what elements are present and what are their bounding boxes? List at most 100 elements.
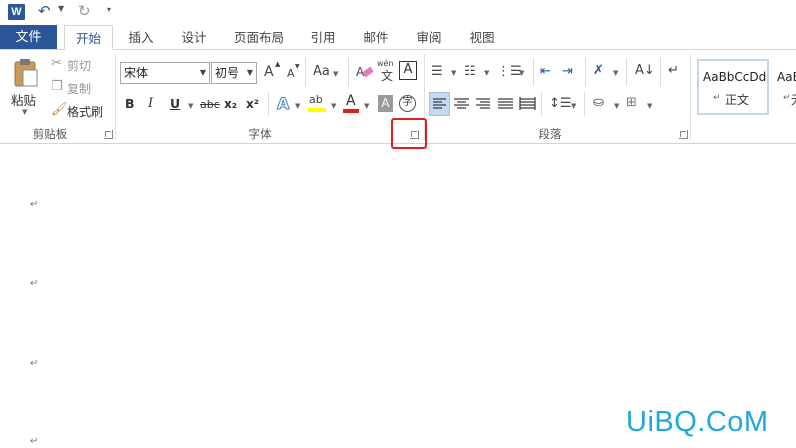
change-case-button[interactable]: Aa bbox=[313, 64, 330, 79]
paragraph-mark-icon: ↵ bbox=[783, 93, 791, 103]
align-center-icon[interactable] bbox=[452, 93, 471, 115]
align-right-icon[interactable] bbox=[474, 93, 493, 115]
tab-mailings[interactable]: 邮件 bbox=[356, 25, 396, 50]
tab-view[interactable]: 视图 bbox=[462, 25, 502, 50]
clipboard-icon bbox=[14, 59, 38, 87]
numbering-icon[interactable]: ☷ bbox=[464, 64, 476, 80]
shading-bucket-icon[interactable]: ⛀ bbox=[593, 95, 604, 111]
separator bbox=[305, 58, 306, 86]
cut-button[interactable]: 剪切 bbox=[67, 57, 91, 74]
italic-button[interactable]: I bbox=[148, 96, 153, 111]
phonetic-guide-char: 文 bbox=[381, 69, 394, 83]
undo-icon[interactable]: ↶ bbox=[38, 1, 51, 21]
chevron-down-icon[interactable]: ▼ bbox=[295, 102, 300, 110]
tab-file[interactable]: 文件 bbox=[0, 25, 57, 50]
tab-design[interactable]: 设计 bbox=[174, 25, 214, 50]
clipboard-group-label: 剪贴板 bbox=[32, 127, 68, 141]
chevron-down-icon[interactable]: ▼ bbox=[614, 102, 619, 110]
undo-dropdown-icon[interactable]: ▼ bbox=[58, 4, 64, 13]
shrink-font-icon[interactable]: A bbox=[287, 67, 295, 80]
highlight-color-bar bbox=[308, 108, 326, 112]
subscript-button[interactable]: x₂ bbox=[224, 97, 237, 111]
font-size-value: 初号 bbox=[215, 66, 240, 80]
style-normal-sample: AaBbCcDd bbox=[703, 70, 767, 84]
chevron-down-icon[interactable]: ▼ bbox=[331, 102, 336, 110]
font-group-label: 字体 bbox=[248, 127, 272, 141]
font-color-bar bbox=[343, 109, 359, 113]
shrink-arrow-icon: ▼ bbox=[295, 63, 300, 70]
style-normal[interactable]: AaBbCcDd ↵ 正文 bbox=[697, 59, 769, 115]
bullets-icon[interactable]: ☰ bbox=[431, 64, 443, 80]
highlight-button[interactable]: ab bbox=[308, 93, 328, 115]
align-left-icon bbox=[433, 98, 446, 109]
decrease-indent-icon[interactable]: ⇤ bbox=[540, 64, 551, 80]
format-painter-button[interactable]: 格式刷 bbox=[67, 103, 103, 120]
separator bbox=[268, 92, 269, 116]
tab-references[interactable]: 引用 bbox=[303, 25, 343, 50]
style-no-spacing-name: 无 bbox=[791, 91, 796, 108]
justify-icon[interactable] bbox=[496, 93, 515, 115]
sort-icon[interactable]: A↓ bbox=[635, 63, 655, 79]
chevron-down-icon[interactable]: ▼ bbox=[484, 69, 489, 77]
watermark: UiBQ.CoM bbox=[626, 406, 769, 438]
chevron-down-icon[interactable]: ▼ bbox=[333, 70, 338, 78]
font-size-combo[interactable]: 初号 ▼ bbox=[211, 62, 257, 84]
grow-font-icon[interactable]: A bbox=[264, 64, 274, 80]
chevron-down-icon[interactable]: ▼ bbox=[247, 63, 253, 83]
bold-button[interactable]: B bbox=[125, 96, 135, 111]
font-name-combo[interactable]: 宋体 ▼ bbox=[120, 62, 210, 84]
superscript-button[interactable]: x² bbox=[246, 97, 259, 111]
align-left-button[interactable] bbox=[429, 92, 450, 116]
clear-formatting-icon[interactable]: A bbox=[356, 63, 374, 81]
separator bbox=[585, 58, 586, 86]
borders-icon[interactable]: ⊞ bbox=[626, 95, 637, 111]
increase-indent-icon[interactable]: ⇥ bbox=[562, 64, 573, 80]
phonetic-guide-button[interactable]: wén 文 bbox=[377, 59, 397, 83]
chevron-down-icon[interactable]: ▼ bbox=[647, 102, 652, 110]
paragraph-launcher-icon[interactable] bbox=[679, 130, 688, 139]
group-separator bbox=[690, 54, 691, 140]
chevron-down-icon[interactable]: ▼ bbox=[613, 69, 618, 77]
copy-button[interactable]: 复制 bbox=[67, 80, 91, 97]
chevron-down-icon[interactable]: ▼ bbox=[571, 102, 576, 110]
strikethrough-button[interactable]: abc bbox=[200, 98, 220, 111]
distributed-icon[interactable] bbox=[518, 93, 537, 115]
copy-icon: ❐ bbox=[51, 79, 63, 94]
style-no-spacing[interactable]: AaB ↵ 无 bbox=[771, 59, 796, 115]
paste-label: 粘贴 bbox=[11, 93, 37, 108]
tab-insert[interactable]: 插入 bbox=[121, 25, 161, 50]
paste-button[interactable]: 粘贴 ▼ bbox=[8, 56, 44, 116]
redo-icon[interactable]: ↻ bbox=[78, 1, 91, 21]
chevron-down-icon[interactable]: ▼ bbox=[451, 69, 456, 77]
style-normal-name: 正文 bbox=[725, 93, 750, 107]
highlight-label: ab bbox=[309, 93, 323, 106]
character-border-button[interactable]: A bbox=[399, 61, 417, 80]
chevron-down-icon[interactable]: ▼ bbox=[364, 102, 369, 110]
chevron-down-icon[interactable]: ▼ bbox=[188, 102, 193, 110]
text-direction-icon[interactable]: ✗ bbox=[593, 63, 604, 79]
separator bbox=[626, 58, 627, 86]
chevron-down-icon[interactable]: ▼ bbox=[200, 63, 206, 83]
tab-review[interactable]: 审阅 bbox=[409, 25, 449, 50]
separator bbox=[533, 58, 534, 86]
paragraph-mark: ↵ bbox=[30, 436, 39, 447]
multilevel-list-icon[interactable]: ⋮☰ bbox=[497, 64, 522, 80]
character-shading-button[interactable]: A bbox=[378, 95, 393, 112]
paste-dropdown-icon[interactable]: ▼ bbox=[22, 108, 27, 116]
word-app-icon[interactable]: W bbox=[8, 4, 25, 20]
tab-home[interactable]: 开始 bbox=[64, 25, 113, 50]
enclose-characters-button[interactable]: 字 bbox=[399, 95, 416, 112]
document-page[interactable]: ↵ ↵ ↵ ↵ bbox=[0, 145, 796, 448]
show-marks-icon[interactable]: ↵ bbox=[668, 63, 679, 79]
underline-button[interactable]: U bbox=[170, 96, 180, 111]
text-effects-button[interactable]: A bbox=[276, 94, 289, 114]
chevron-down-icon[interactable]: ▼ bbox=[519, 69, 524, 77]
tab-page-layout[interactable]: 页面布局 bbox=[228, 25, 290, 50]
clipboard-launcher-icon[interactable] bbox=[104, 130, 113, 139]
paragraph-group-label: 段落 bbox=[538, 127, 562, 141]
font-color-button[interactable]: A bbox=[343, 93, 361, 115]
qat-customize-icon[interactable]: ▾ bbox=[107, 5, 111, 14]
title-bar: W ↶ ▼ ↻ ▾ bbox=[0, 0, 796, 24]
line-spacing-icon[interactable]: ↕☰ bbox=[549, 96, 572, 112]
font-color-label: A bbox=[346, 93, 356, 109]
